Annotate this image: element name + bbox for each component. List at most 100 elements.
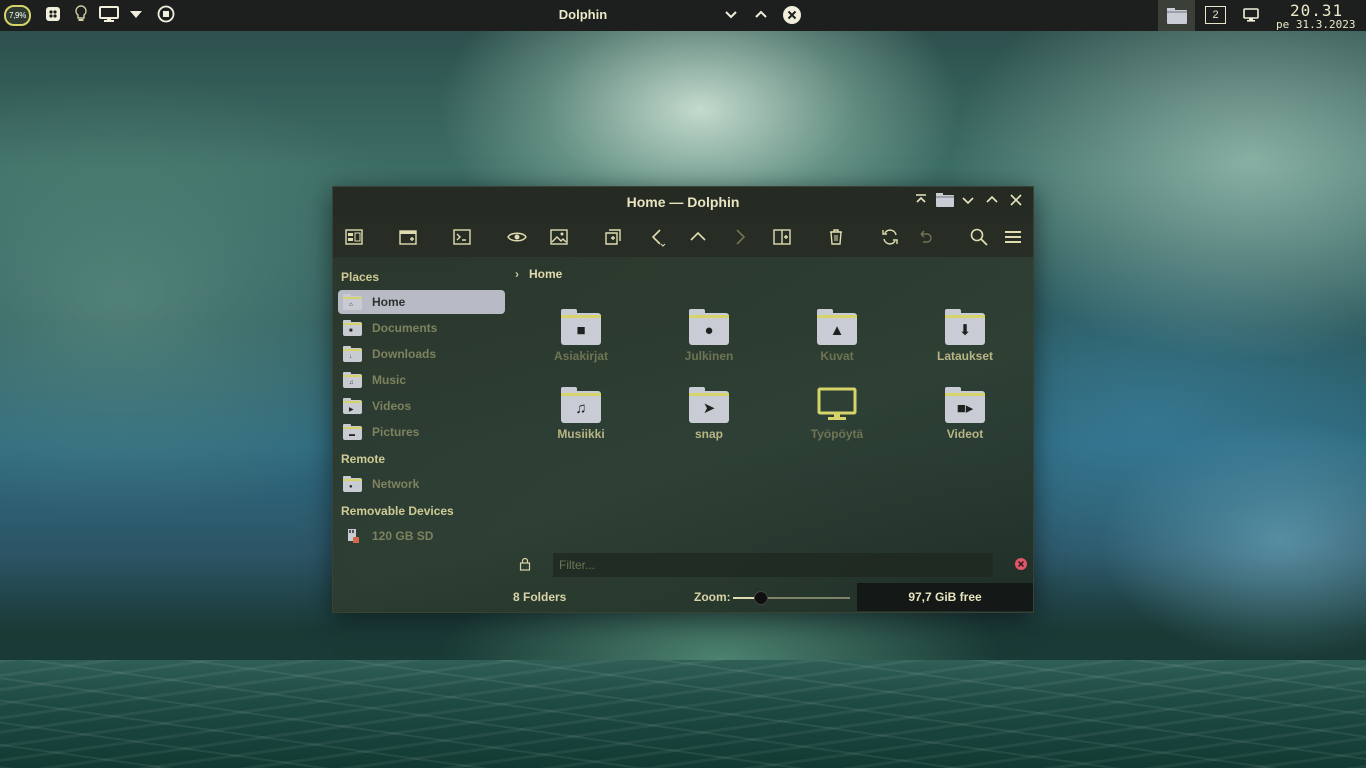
up-chevron-icon[interactable]: [687, 226, 709, 248]
pictures-folder-icon: ▲: [817, 307, 857, 345]
network-icon: ●: [342, 476, 362, 492]
virtual-desktop-pager[interactable]: 2: [1205, 0, 1227, 31]
pictures-icon: ▬: [342, 424, 362, 440]
folder-item-label: Lataukset: [936, 349, 994, 363]
close-icon[interactable]: [1006, 192, 1026, 212]
dolphin-window: Home — Dolphin Places ⌂ Home ■ Documents…: [332, 186, 1034, 613]
music-icon: ♫: [342, 372, 362, 388]
minimize-window-icon[interactable]: [723, 5, 739, 29]
forward-chevron-icon[interactable]: [729, 226, 751, 248]
folder-count: 8 Folders: [513, 590, 567, 604]
filter-input[interactable]: [553, 553, 993, 577]
view-mode-icon[interactable]: [343, 226, 365, 248]
documents-icon: ■: [342, 320, 362, 336]
hamburger-menu-icon[interactable]: [1002, 226, 1024, 248]
folder-item[interactable]: ⬇ Lataukset: [910, 307, 1020, 363]
app-launcher-icon[interactable]: [44, 5, 62, 29]
display-icon[interactable]: [99, 5, 119, 29]
folder-item[interactable]: Työpöytä: [782, 385, 892, 441]
sd-card-icon: [342, 528, 362, 544]
wallpaper-sea: [0, 660, 1366, 768]
sidebar-item-label: Network: [372, 477, 420, 491]
breadcrumb[interactable]: › Home: [515, 267, 562, 281]
maximize-icon[interactable]: [982, 192, 1002, 212]
sidebar-item-pictures[interactable]: ▬ Pictures: [338, 420, 505, 444]
document-folder-icon: ■: [561, 307, 601, 345]
public-folder-icon: ●: [689, 307, 729, 345]
lock-icon[interactable]: [519, 557, 531, 576]
music-folder-icon: ♫: [561, 385, 601, 423]
folder-item-label: Videot: [946, 427, 984, 441]
top-panel: 7,9% Dolphin 2 20.31 pe 31.3.2023: [0, 0, 1366, 31]
pager-desktop-number[interactable]: 2: [1205, 6, 1226, 24]
filter-bar: [509, 549, 1033, 579]
sidebar-item-label: Downloads: [372, 347, 437, 361]
sidebar-item-sd-card[interactable]: 120 GB SD: [338, 524, 505, 548]
zoom-slider[interactable]: [733, 591, 850, 605]
minimize-icon[interactable]: [958, 192, 978, 212]
sidebar-item-label: Pictures: [372, 425, 420, 439]
terminal-icon[interactable]: [451, 226, 473, 248]
preview-eye-icon[interactable]: [506, 226, 528, 248]
sidebar-item-network[interactable]: ● Network: [338, 472, 505, 496]
maximize-window-icon[interactable]: [753, 5, 769, 29]
undo-icon[interactable]: [914, 226, 936, 248]
folder-item[interactable]: ■ Asiakirjat: [526, 307, 636, 363]
breadcrumb-chevron-icon[interactable]: ›: [515, 267, 519, 281]
record-stop-icon[interactable]: [157, 5, 175, 29]
remote-section-title: Remote: [341, 452, 386, 466]
search-icon[interactable]: [968, 226, 990, 248]
sidebar-item-music[interactable]: ♫ Music: [338, 368, 505, 392]
desktop-folder-icon: [817, 385, 857, 423]
snap-folder-icon: ➤: [689, 385, 729, 423]
main-toolbar: [333, 217, 1033, 257]
reload-icon[interactable]: [879, 226, 901, 248]
clear-filter-icon[interactable]: [1014, 557, 1028, 576]
free-space-indicator[interactable]: 97,7 GiB free: [857, 583, 1033, 611]
monitor-tray-icon[interactable]: [1243, 7, 1259, 29]
sidebar-item-videos[interactable]: ▶ Videos: [338, 394, 505, 418]
videos-icon: ▶: [342, 398, 362, 414]
zoom-slider-handle[interactable]: [754, 591, 769, 605]
image-preview-icon[interactable]: [548, 226, 570, 248]
folder-item[interactable]: ● Julkinen: [654, 307, 764, 363]
folder-item[interactable]: ♫ Musiikki: [526, 385, 636, 441]
videos-folder-icon: ■▸: [945, 385, 985, 423]
folder-item-label: Työpöytä: [810, 427, 864, 441]
new-tab-icon[interactable]: [602, 226, 624, 248]
close-window-icon[interactable]: [782, 5, 802, 31]
folder-item[interactable]: ▲ Kuvat: [782, 307, 892, 363]
folder-item-label: Kuvat: [820, 349, 854, 363]
window-titlebar[interactable]: Home — Dolphin: [333, 187, 1033, 217]
sidebar-item-label: 120 GB SD: [372, 529, 434, 543]
status-bar: 8 Folders Zoom: 97,7 GiB free: [509, 583, 1033, 613]
places-section-title: Places: [341, 270, 380, 284]
keep-above-icon[interactable]: [911, 192, 931, 212]
breadcrumb-home[interactable]: Home: [529, 267, 562, 281]
new-window-icon[interactable]: [397, 226, 419, 248]
dropdown-arrow-icon[interactable]: [129, 5, 143, 29]
zoom-label: Zoom:: [694, 590, 731, 604]
sidebar-item-downloads[interactable]: ↓ Downloads: [338, 342, 505, 366]
task-dolphin[interactable]: [1158, 0, 1195, 31]
back-chevron-icon[interactable]: [646, 226, 668, 248]
folder-item[interactable]: ■▸ Videot: [910, 385, 1020, 441]
folder-item[interactable]: ➤ snap: [654, 385, 764, 441]
home-icon: ⌂: [342, 294, 362, 310]
downloads-folder-icon: ⬇: [945, 307, 985, 345]
clock-date[interactable]: pe 31.3.2023: [1276, 18, 1355, 31]
sidebar-item-label: Home: [372, 295, 406, 309]
lightbulb-icon[interactable]: [74, 5, 88, 29]
sidebar-item-label: Music: [372, 373, 407, 387]
split-view-icon[interactable]: [771, 226, 793, 248]
folder-app-icon: [934, 192, 956, 212]
sidebar-item-documents[interactable]: ■ Documents: [338, 316, 505, 340]
sidebar-item-label: Videos: [372, 399, 412, 413]
active-window-title: Dolphin: [558, 7, 608, 22]
places-panel: Places ⌂ Home ■ Documents ↓ Downloads ♫ …: [333, 257, 509, 612]
sidebar-item-home[interactable]: ⌂ Home: [338, 290, 505, 314]
battery-indicator[interactable]: 7,9%: [4, 5, 31, 26]
removable-section-title: Removable Devices: [341, 504, 454, 518]
folder-item-label: snap: [694, 427, 723, 441]
trash-icon[interactable]: [825, 226, 847, 248]
